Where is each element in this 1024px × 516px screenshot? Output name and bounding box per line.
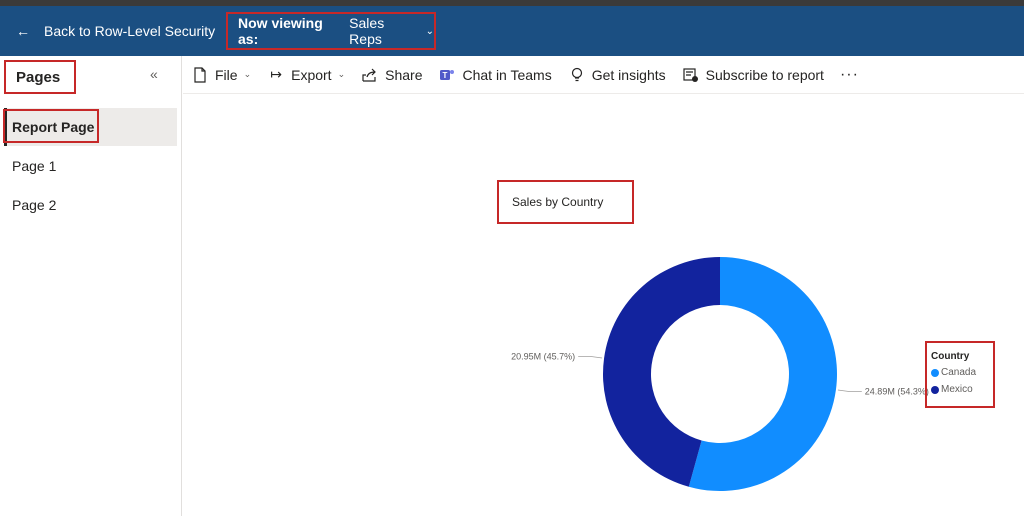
more-options-button[interactable]: ··· bbox=[840, 66, 859, 84]
legend-item-canada[interactable]: Canada bbox=[931, 367, 993, 378]
share-label: Share bbox=[385, 66, 423, 83]
viewing-role: Sales Reps bbox=[349, 15, 385, 47]
now-viewing-as-selector[interactable]: Now viewing as: Sales Reps ⌄ bbox=[226, 12, 436, 50]
file-icon bbox=[191, 66, 209, 84]
app-header: ← Back to Row-Level Security Now viewing… bbox=[0, 6, 1024, 56]
back-to-rls-link[interactable]: Back to Row-Level Security bbox=[44, 23, 215, 39]
page-item-page-2[interactable]: Page 2 bbox=[4, 186, 177, 224]
export-arrow-icon: ↦ bbox=[270, 66, 282, 82]
donut-chart: 24.89M (54.3%) 20.95M (45.7%) bbox=[511, 257, 929, 491]
legend-title: Country bbox=[931, 351, 970, 362]
page-item-label: Page 1 bbox=[12, 158, 57, 174]
report-toolbar: File ⌄ ↦ Export ⌄ Share T Chat in Teams … bbox=[183, 56, 1024, 94]
legend-dot-canada bbox=[931, 368, 939, 377]
share-icon bbox=[361, 66, 379, 84]
collapse-pane-icon[interactable]: « bbox=[150, 66, 158, 82]
lightbulb-icon bbox=[568, 66, 586, 84]
legend-label: Mexico bbox=[941, 384, 973, 395]
chevron-down-icon: ⌄ bbox=[337, 69, 346, 79]
leader-line-mexico bbox=[578, 355, 603, 359]
back-arrow-icon[interactable]: ← bbox=[16, 23, 30, 39]
file-label: File bbox=[215, 66, 238, 83]
legend-dot-mexico bbox=[931, 385, 939, 394]
share-button[interactable]: Share bbox=[361, 66, 422, 84]
file-menu-button[interactable]: File ⌄ bbox=[191, 66, 251, 84]
chevron-down-icon: ⌄ bbox=[243, 69, 252, 79]
chat-label: Chat in Teams bbox=[462, 66, 552, 83]
report-canvas: Sales by Country 24.89M (54.3%) 20.95M (4… bbox=[183, 95, 1024, 516]
chevron-down-icon: ⌄ bbox=[425, 25, 434, 37]
data-label-mexico: 20.95M (45.7%) bbox=[511, 351, 575, 361]
subscribe-icon bbox=[682, 66, 700, 84]
chart-legend: Country Canada Mexico bbox=[925, 341, 995, 408]
pages-pane: Pages « Report Page Page 1 Page 2 bbox=[0, 56, 182, 516]
more-options-icon: ··· bbox=[839, 65, 859, 83]
svg-text:T: T bbox=[443, 71, 448, 80]
page-item-label: Page 2 bbox=[12, 197, 57, 213]
get-insights-button[interactable]: Get insights bbox=[568, 66, 666, 84]
subscribe-button[interactable]: Subscribe to report bbox=[682, 66, 824, 84]
pages-title: Pages bbox=[4, 60, 76, 94]
leader-line-canada bbox=[837, 389, 862, 393]
subscribe-label: Subscribe to report bbox=[705, 66, 824, 83]
viewing-prefix: Now viewing as: bbox=[238, 15, 323, 47]
teams-icon: T bbox=[438, 66, 456, 84]
legend-item-mexico[interactable]: Mexico bbox=[931, 384, 993, 395]
export-menu-button[interactable]: ↦ Export ⌄ bbox=[267, 66, 345, 84]
chat-in-teams-button[interactable]: T Chat in Teams bbox=[438, 66, 552, 84]
insights-label: Get insights bbox=[591, 66, 666, 83]
legend-label: Canada bbox=[941, 367, 977, 378]
export-label: Export bbox=[291, 66, 332, 83]
data-label-canada: 24.89M (54.3%) bbox=[865, 387, 929, 397]
report-page-highlight-box bbox=[3, 109, 99, 143]
page-item-page-1[interactable]: Page 1 bbox=[4, 147, 177, 185]
